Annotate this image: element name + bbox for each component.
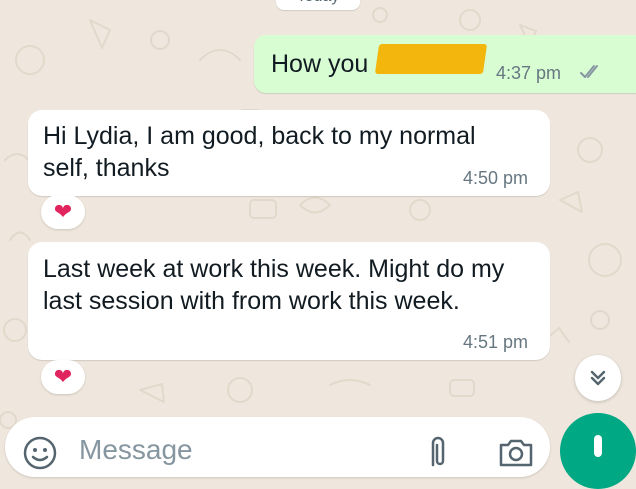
outgoing-message-bubble[interactable]: How you 4:37 pm xyxy=(254,35,636,93)
microphone-icon xyxy=(594,435,602,457)
redaction-mark xyxy=(374,44,488,74)
emoji-icon[interactable] xyxy=(22,435,58,476)
message-time: 4:37 pm xyxy=(496,63,562,83)
date-divider: Today xyxy=(276,0,360,10)
message-text: Last week at work this week. Might do my… xyxy=(43,255,505,315)
microphone-button[interactable] xyxy=(560,413,636,489)
double-chevron-down-icon xyxy=(590,370,606,386)
message-time: 4:50 pm xyxy=(463,168,529,188)
heart-reaction-icon[interactable]: ❤ xyxy=(41,360,85,394)
message-composer xyxy=(5,417,550,477)
scroll-to-bottom-button[interactable] xyxy=(575,355,621,401)
double-check-icon xyxy=(579,63,603,86)
message-time: 4:51 pm xyxy=(463,332,529,352)
heart-reaction-icon[interactable]: ❤ xyxy=(41,195,85,229)
paperclip-icon[interactable] xyxy=(425,435,449,474)
message-text: How you xyxy=(271,50,369,78)
message-text: Hi Lydia, I am good, back to my normal s… xyxy=(43,122,476,182)
camera-icon[interactable] xyxy=(497,437,535,472)
incoming-message-bubble[interactable]: Hi Lydia, I am good, back to my normal s… xyxy=(28,110,550,196)
message-input[interactable] xyxy=(77,431,411,469)
incoming-message-bubble[interactable]: Last week at work this week. Might do my… xyxy=(28,242,550,360)
